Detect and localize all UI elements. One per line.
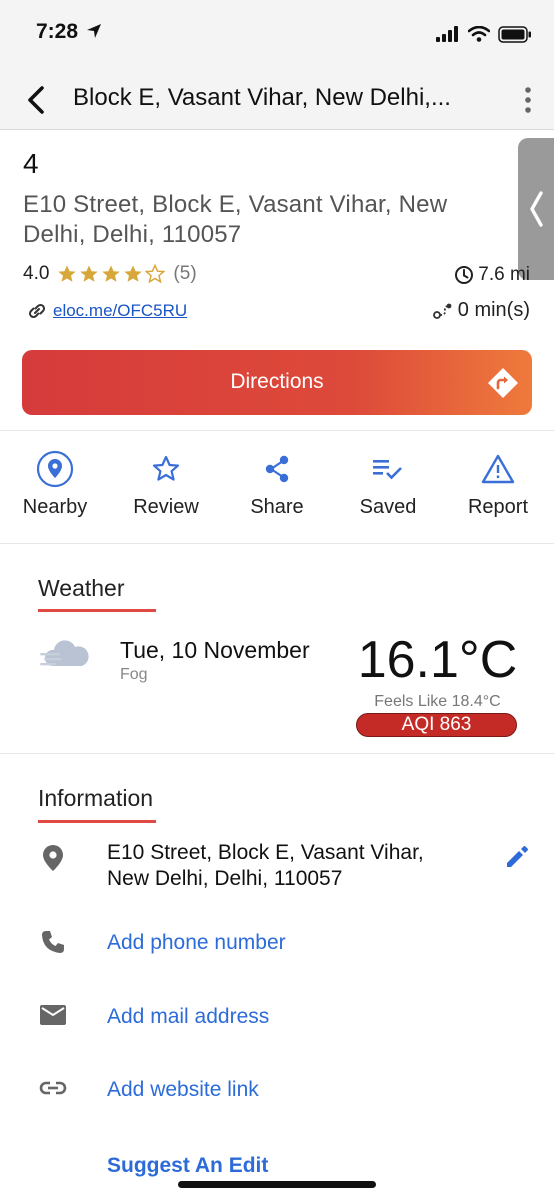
status-indicators [436,24,532,44]
suggest-edit-link[interactable]: Suggest An Edit [107,1154,268,1178]
place-address: E10 Street, Block E, Vasant Vihar, New D… [23,191,448,248]
directions-icon [488,368,518,398]
header-bar: Block E, Vasant Vihar, New Delhi,... [0,70,554,130]
place-name: 4 [23,148,39,179]
link-icon [28,303,46,319]
signal-icon [436,26,458,42]
eloc-row[interactable]: eloc.me/OFC5RU [25,300,187,322]
distance: 7.6 mi [454,264,530,286]
battery-icon [498,25,531,43]
more-options-button[interactable] [518,82,538,118]
divider [0,430,554,431]
action-row: Nearby Review Share Saved Report [0,446,554,530]
information-title-underline [38,820,156,823]
clock-icon [455,266,474,284]
duration-text: 0 min(s) [457,299,530,321]
report-label: Report [467,496,529,518]
saved-list-icon [373,460,402,480]
route-time-icon [432,303,452,319]
star-filled-icon [102,265,121,282]
icon-wrapper [111,446,221,492]
star-filled-icon [124,265,143,282]
star-filled-icon [58,265,77,282]
star-outline-icon [145,264,166,284]
report-button[interactable]: Report [443,446,553,519]
star-outline-icon [152,455,180,481]
status-time: 7:28 [36,20,102,44]
share-button[interactable]: Share [222,446,332,519]
location-pin-circle-icon [36,450,74,488]
icon-wrapper [443,446,553,492]
chevron-left-icon [28,86,44,114]
chevron-left-icon [530,191,543,227]
feels-like: Feels Like 18.4°C [374,693,501,710]
rating-value: 4.0 [23,263,50,284]
review-button[interactable]: Review [111,446,221,519]
side-panel-handle[interactable] [518,138,554,280]
aqi-badge: AQI 863 [356,713,517,737]
add-website-link[interactable]: Add website link [107,1078,259,1102]
weather-title-underline [38,609,156,612]
home-indicator[interactable] [178,1181,376,1188]
rating-count: (5) [173,263,197,284]
pin-shape [43,845,63,871]
information-section-title: Information [38,785,154,811]
weather-temperature: 16.1°C [357,631,518,689]
edit-pencil-icon[interactable] [504,844,530,870]
mail-shape [40,1005,66,1025]
weather-condition: Fog [120,666,148,683]
wifi-icon [468,26,490,42]
fog-cloud-icon [40,640,89,666]
share-icon [265,455,289,483]
saved-button[interactable]: Saved [333,446,443,519]
more-vertical-icon [525,87,531,113]
nearby-label: Nearby [22,496,88,518]
divider [0,753,554,754]
warning-triangle-icon [481,454,515,484]
star-filled-icon [80,265,99,282]
location-arrow-icon [86,24,101,38]
status-bar: 7:28 [0,0,554,70]
weather-date: Tue, 10 November [120,637,310,663]
link-icon [38,1073,68,1103]
back-button[interactable] [18,82,54,118]
status-time-text: 7:28 [36,20,79,43]
phone-shape [42,931,64,953]
info-address: E10 Street, Block E, Vasant Vihar, New D… [107,841,424,890]
icon-wrapper [222,446,332,492]
distance-text: 7.6 mi [478,264,530,285]
share-label: Share [250,496,304,518]
add-mail-link[interactable]: Add mail address [107,1005,269,1029]
weather-section-title: Weather [38,575,125,601]
icon-wrapper [0,446,110,492]
rating-stars [57,264,166,284]
review-label: Review [133,496,199,518]
header-title: Block E, Vasant Vihar, New Delhi,... [73,84,451,111]
nearby-button[interactable]: Nearby [0,446,110,519]
add-phone-link[interactable]: Add phone number [107,931,286,955]
icon-wrapper [333,446,443,492]
phone-icon [38,927,68,957]
divider [0,543,554,544]
mail-icon [38,1000,68,1030]
eloc-link[interactable]: eloc.me/OFC5RU [53,301,187,321]
directions-button[interactable]: Directions [22,350,532,415]
directions-label: Directions [230,370,324,393]
saved-label: Saved [359,496,417,518]
duration: 0 min(s) [432,299,530,322]
location-pin-icon [38,843,68,873]
link-shape [39,1081,67,1095]
rating-row[interactable]: 4.0 (5) [23,263,197,285]
